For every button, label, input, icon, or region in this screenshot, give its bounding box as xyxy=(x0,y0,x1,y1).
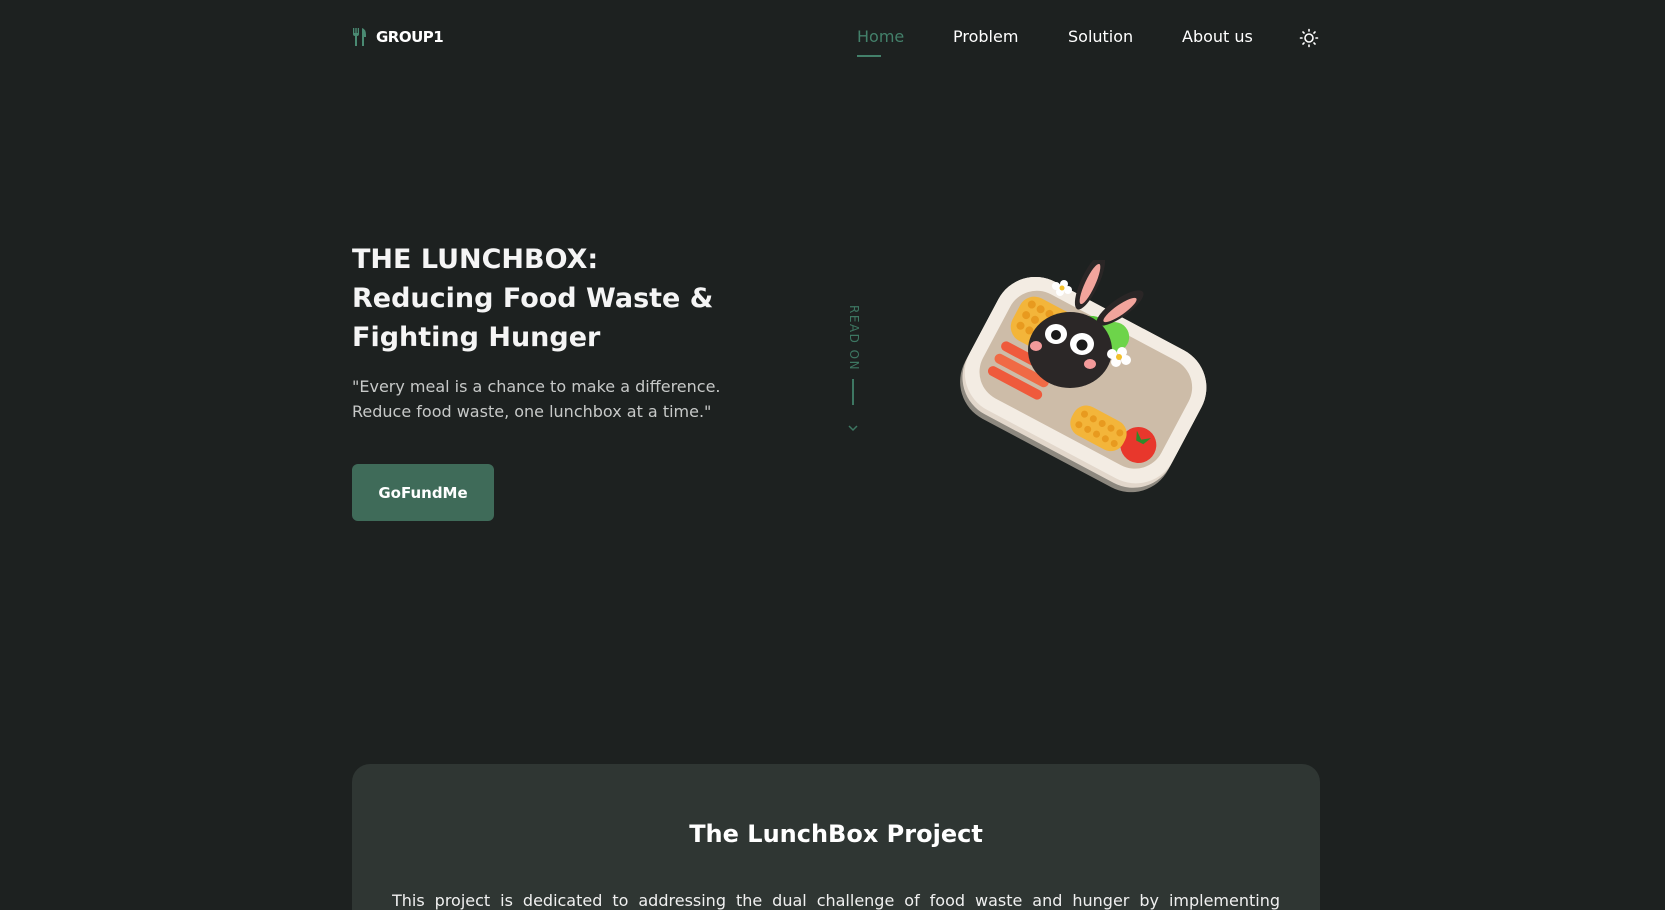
project-title: The LunchBox Project xyxy=(689,820,983,848)
nav-problem[interactable]: Problem xyxy=(953,27,1018,46)
nav-about-us[interactable]: About us xyxy=(1182,27,1253,46)
site-header: GROUP1 Home Problem Solution About us xyxy=(0,0,1665,76)
hero-quote-line-2: Reduce food waste, one lunchbox at a tim… xyxy=(352,402,712,421)
sun-icon[interactable] xyxy=(1299,28,1319,48)
read-on-scroll-indicator[interactable]: READ ON xyxy=(845,305,861,435)
nav-home[interactable]: Home xyxy=(857,27,904,46)
gofundme-button[interactable]: GoFundMe xyxy=(352,464,494,521)
read-on-label: READ ON xyxy=(847,305,861,372)
project-card: The LunchBox Project This project is ded… xyxy=(352,764,1320,910)
hero-title-line-1: THE LUNCHBOX: xyxy=(352,244,599,275)
lunchbox-bunny-illustration xyxy=(960,260,1207,493)
chevron-down-icon xyxy=(848,425,858,432)
main-nav: Home Problem Solution About us xyxy=(0,27,1665,57)
project-description: This project is dedicated to addressing … xyxy=(392,891,1280,910)
hero-quote: "Every meal is a chance to make a differ… xyxy=(352,374,772,424)
page: GROUP1 Home Problem Solution About us TH… xyxy=(0,0,1665,910)
hero-title: THE LUNCHBOX: Reducing Food Waste & Figh… xyxy=(352,240,772,357)
read-on-line xyxy=(852,379,854,405)
hero-title-line-3: Fighting Hunger xyxy=(352,322,601,353)
nav-active-indicator xyxy=(857,55,881,57)
hero-title-line-2: Reducing Food Waste & xyxy=(352,283,714,314)
hero-quote-line-1: "Every meal is a chance to make a differ… xyxy=(352,377,721,396)
nav-solution[interactable]: Solution xyxy=(1068,27,1133,46)
